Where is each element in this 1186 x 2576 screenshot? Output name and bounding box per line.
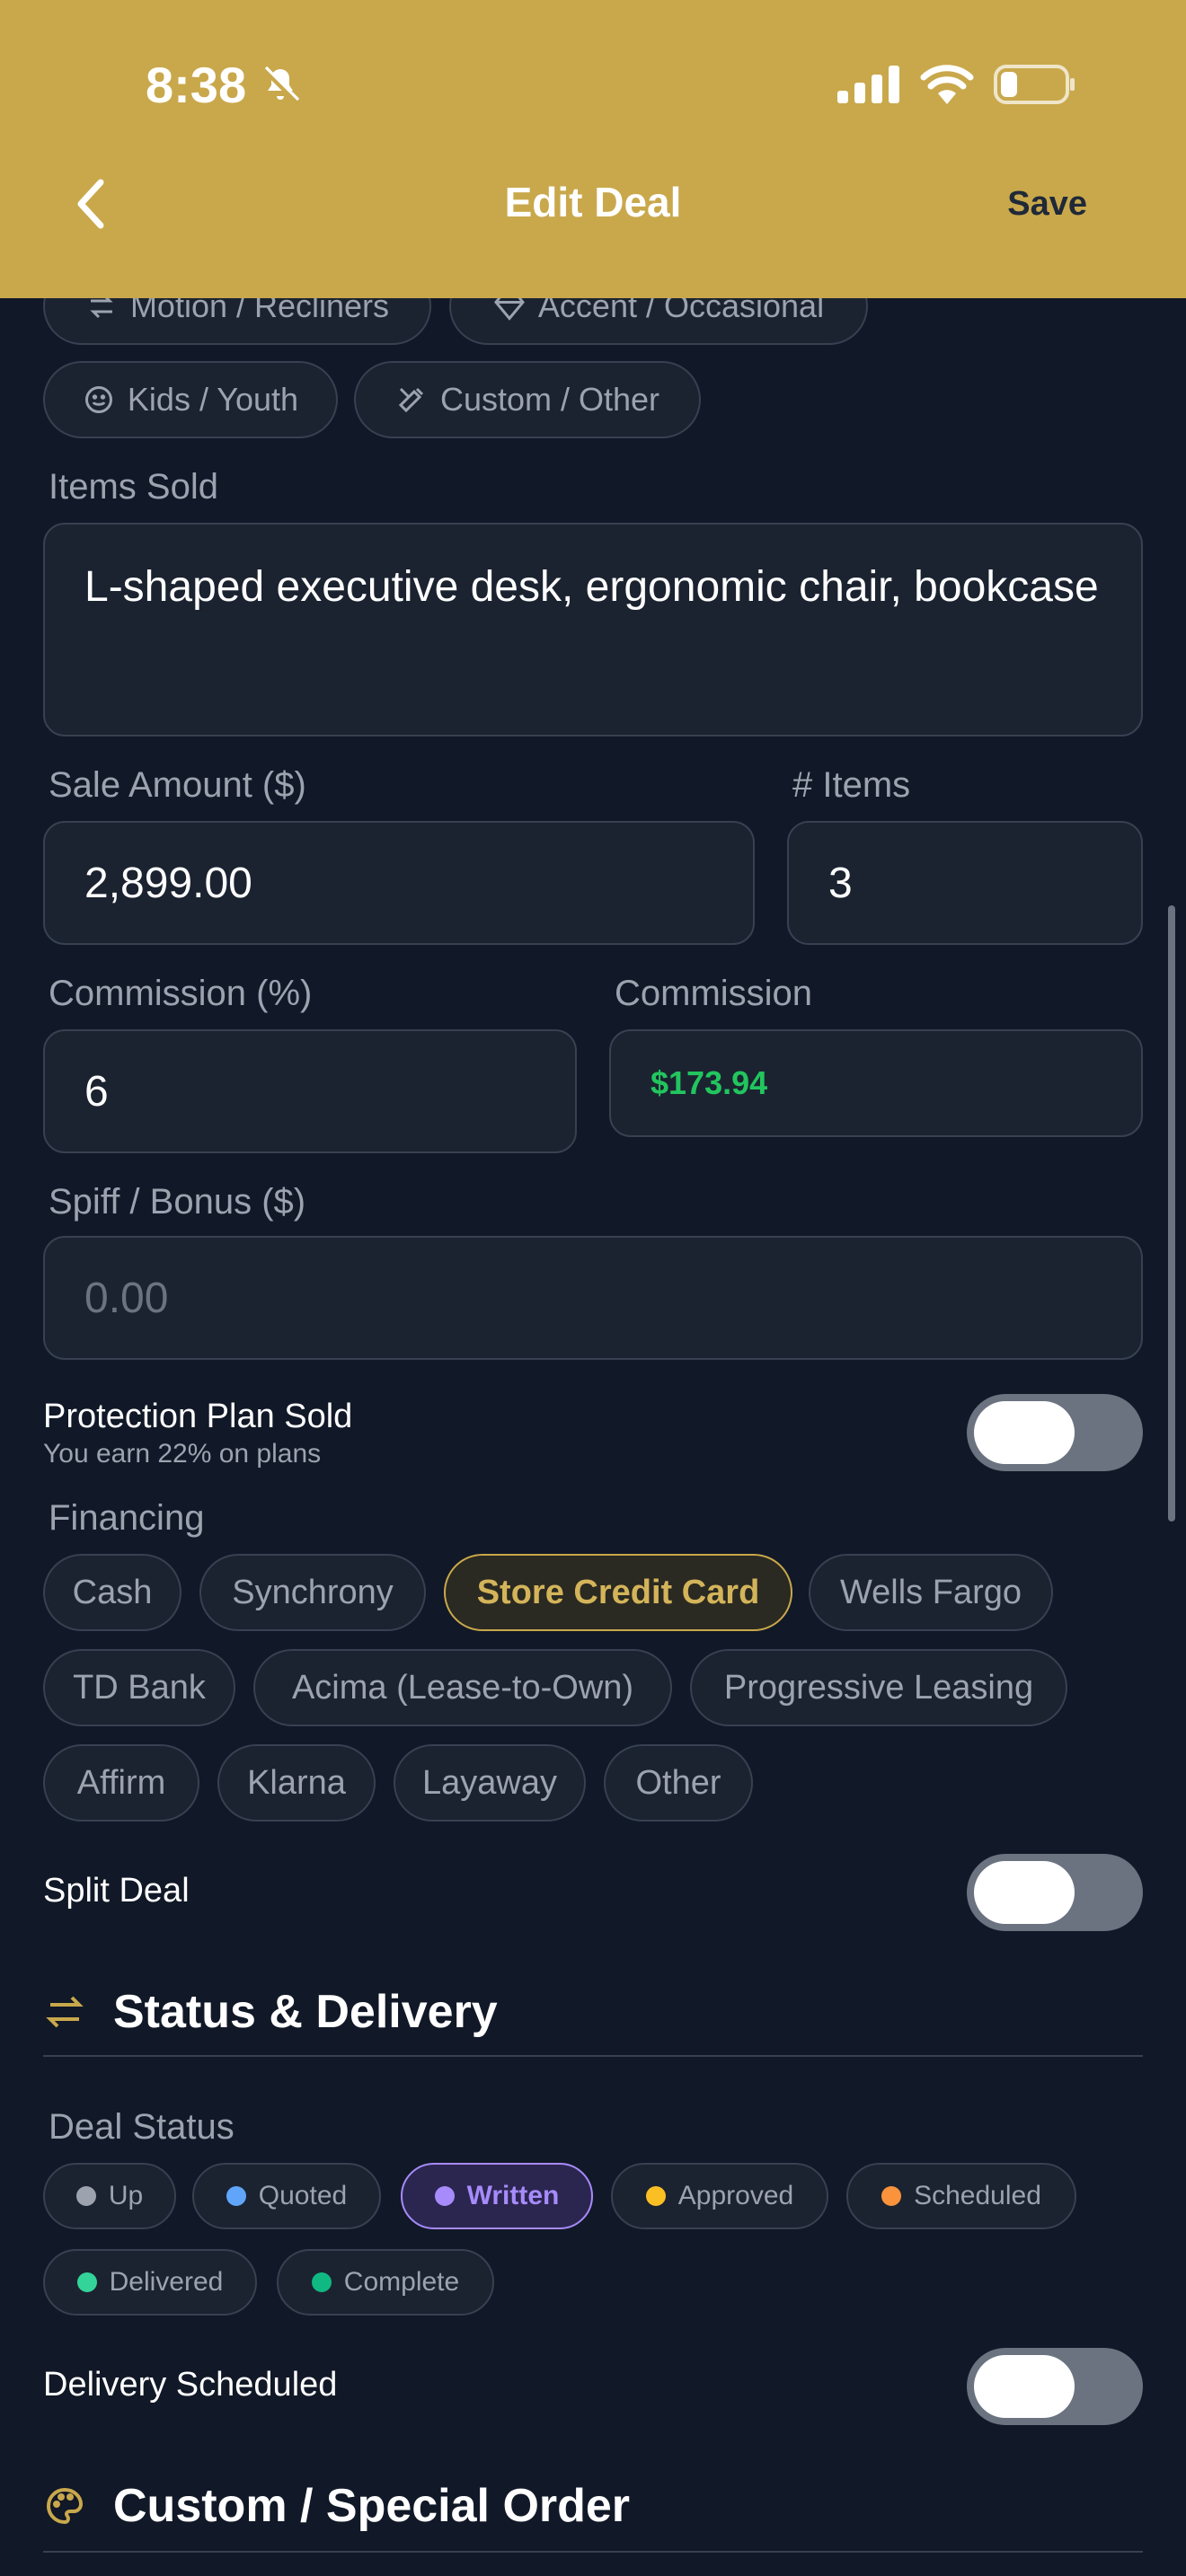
tools-icon bbox=[398, 387, 424, 413]
palette-icon bbox=[47, 2487, 84, 2525]
protection-plan-title: Protection Plan Sold bbox=[43, 1398, 353, 1435]
back-button[interactable] bbox=[75, 172, 129, 235]
protection-plan-toggle[interactable] bbox=[967, 1394, 1143, 1471]
commission-label: Commission bbox=[615, 974, 813, 1013]
financing-chip-other[interactable]: Other bbox=[604, 1744, 753, 1822]
scrollbar[interactable] bbox=[1168, 905, 1175, 1522]
toggle-knob bbox=[974, 2355, 1075, 2418]
smiley-icon bbox=[84, 386, 112, 413]
swap-arrows-icon bbox=[46, 1996, 84, 2028]
financing-chip-td-bank[interactable]: TD Bank bbox=[43, 1649, 235, 1726]
status-dot bbox=[434, 2186, 455, 2206]
bell-muted-icon bbox=[261, 66, 300, 103]
financing-label: Financing bbox=[49, 1498, 205, 1538]
spiff-input[interactable]: 0.00 bbox=[43, 1236, 1143, 1360]
chevron-left-icon bbox=[77, 179, 104, 229]
battery-icon bbox=[994, 65, 1075, 104]
status-dot bbox=[75, 2186, 96, 2206]
status-chip-quoted[interactable]: Quoted bbox=[192, 2163, 381, 2229]
financing-chip-wells-fargo[interactable]: Wells Fargo bbox=[809, 1554, 1053, 1631]
commission-pct-value: 6 bbox=[84, 1067, 109, 1116]
deal-form: Motion / Recliners Accent / Occasional K… bbox=[0, 0, 1186, 2576]
financing-chip-progressive[interactable]: Progressive Leasing bbox=[690, 1649, 1067, 1726]
section-divider bbox=[43, 2055, 1143, 2057]
cellular-signal-icon bbox=[837, 66, 899, 103]
financing-chip-cash[interactable]: Cash bbox=[43, 1554, 181, 1631]
num-items-label: # Items bbox=[792, 765, 911, 805]
sale-amount-input[interactable]: 2,899.00 bbox=[43, 821, 755, 945]
status-dot bbox=[311, 2272, 332, 2292]
num-items-value: 3 bbox=[828, 859, 853, 907]
financing-chip-affirm[interactable]: Affirm bbox=[43, 1744, 199, 1822]
financing-chip-acima[interactable]: Acima (Lease-to-Own) bbox=[253, 1649, 672, 1726]
save-button[interactable]: Save bbox=[1007, 185, 1087, 224]
status-chip-up[interactable]: Up bbox=[43, 2163, 176, 2229]
financing-chip-store-credit-card[interactable]: Store Credit Card bbox=[444, 1554, 792, 1631]
status-delivery-title: Status & Delivery bbox=[113, 1986, 498, 2038]
status-dot bbox=[226, 2186, 246, 2206]
sale-amount-value: 2,899.00 bbox=[84, 859, 252, 907]
section-divider bbox=[43, 2551, 1143, 2553]
items-sold-value: L-shaped executive desk, ergonomic chair… bbox=[84, 563, 1099, 611]
status-dot bbox=[645, 2186, 666, 2206]
items-sold-input[interactable]: L-shaped executive desk, ergonomic chair… bbox=[43, 523, 1143, 737]
items-sold-label: Items Sold bbox=[49, 467, 218, 507]
status-chip-complete[interactable]: Complete bbox=[277, 2249, 494, 2316]
category-chip-kids[interactable]: Kids / Youth bbox=[43, 361, 338, 438]
status-time: 8:38 bbox=[146, 56, 302, 114]
spiff-placeholder: 0.00 bbox=[84, 1274, 169, 1322]
protection-plan-subtitle: You earn 22% on plans bbox=[43, 1439, 322, 1469]
status-chip-approved[interactable]: Approved bbox=[611, 2163, 828, 2229]
commission-value: $173.94 bbox=[651, 1064, 768, 1101]
status-chip-written[interactable]: Written bbox=[401, 2163, 593, 2229]
delivery-scheduled-toggle[interactable] bbox=[967, 2348, 1143, 2425]
sale-amount-label: Sale Amount ($) bbox=[49, 765, 306, 805]
delivery-scheduled-title: Delivery Scheduled bbox=[43, 2366, 338, 2404]
wifi-icon bbox=[920, 65, 974, 104]
status-dot bbox=[76, 2272, 97, 2292]
commission-pct-input[interactable]: 6 bbox=[43, 1029, 577, 1153]
financing-chip-synchrony[interactable]: Synchrony bbox=[199, 1554, 426, 1631]
toggle-knob bbox=[974, 1401, 1075, 1464]
commission-pct-label: Commission (%) bbox=[49, 974, 313, 1013]
financing-chip-klarna[interactable]: Klarna bbox=[217, 1744, 376, 1822]
commission-display: $173.94 bbox=[609, 1029, 1143, 1137]
custom-order-title: Custom / Special Order bbox=[113, 2480, 631, 2532]
num-items-input[interactable]: 3 bbox=[787, 821, 1143, 945]
split-deal-title: Split Deal bbox=[43, 1872, 190, 1910]
deal-status-label: Deal Status bbox=[49, 2107, 235, 2147]
status-dot bbox=[881, 2186, 902, 2206]
nav-header: 8:38 Edit Deal Save bbox=[0, 0, 1186, 298]
spiff-label: Spiff / Bonus ($) bbox=[49, 1182, 306, 1222]
split-deal-toggle[interactable] bbox=[967, 1854, 1143, 1931]
category-chip-custom[interactable]: Custom / Other bbox=[354, 361, 701, 438]
status-indicators bbox=[837, 65, 1076, 104]
status-chip-scheduled[interactable]: Scheduled bbox=[846, 2163, 1076, 2229]
toggle-knob bbox=[974, 1861, 1075, 1924]
status-chip-delivered[interactable]: Delivered bbox=[43, 2249, 257, 2316]
financing-chip-layaway[interactable]: Layaway bbox=[394, 1744, 586, 1822]
